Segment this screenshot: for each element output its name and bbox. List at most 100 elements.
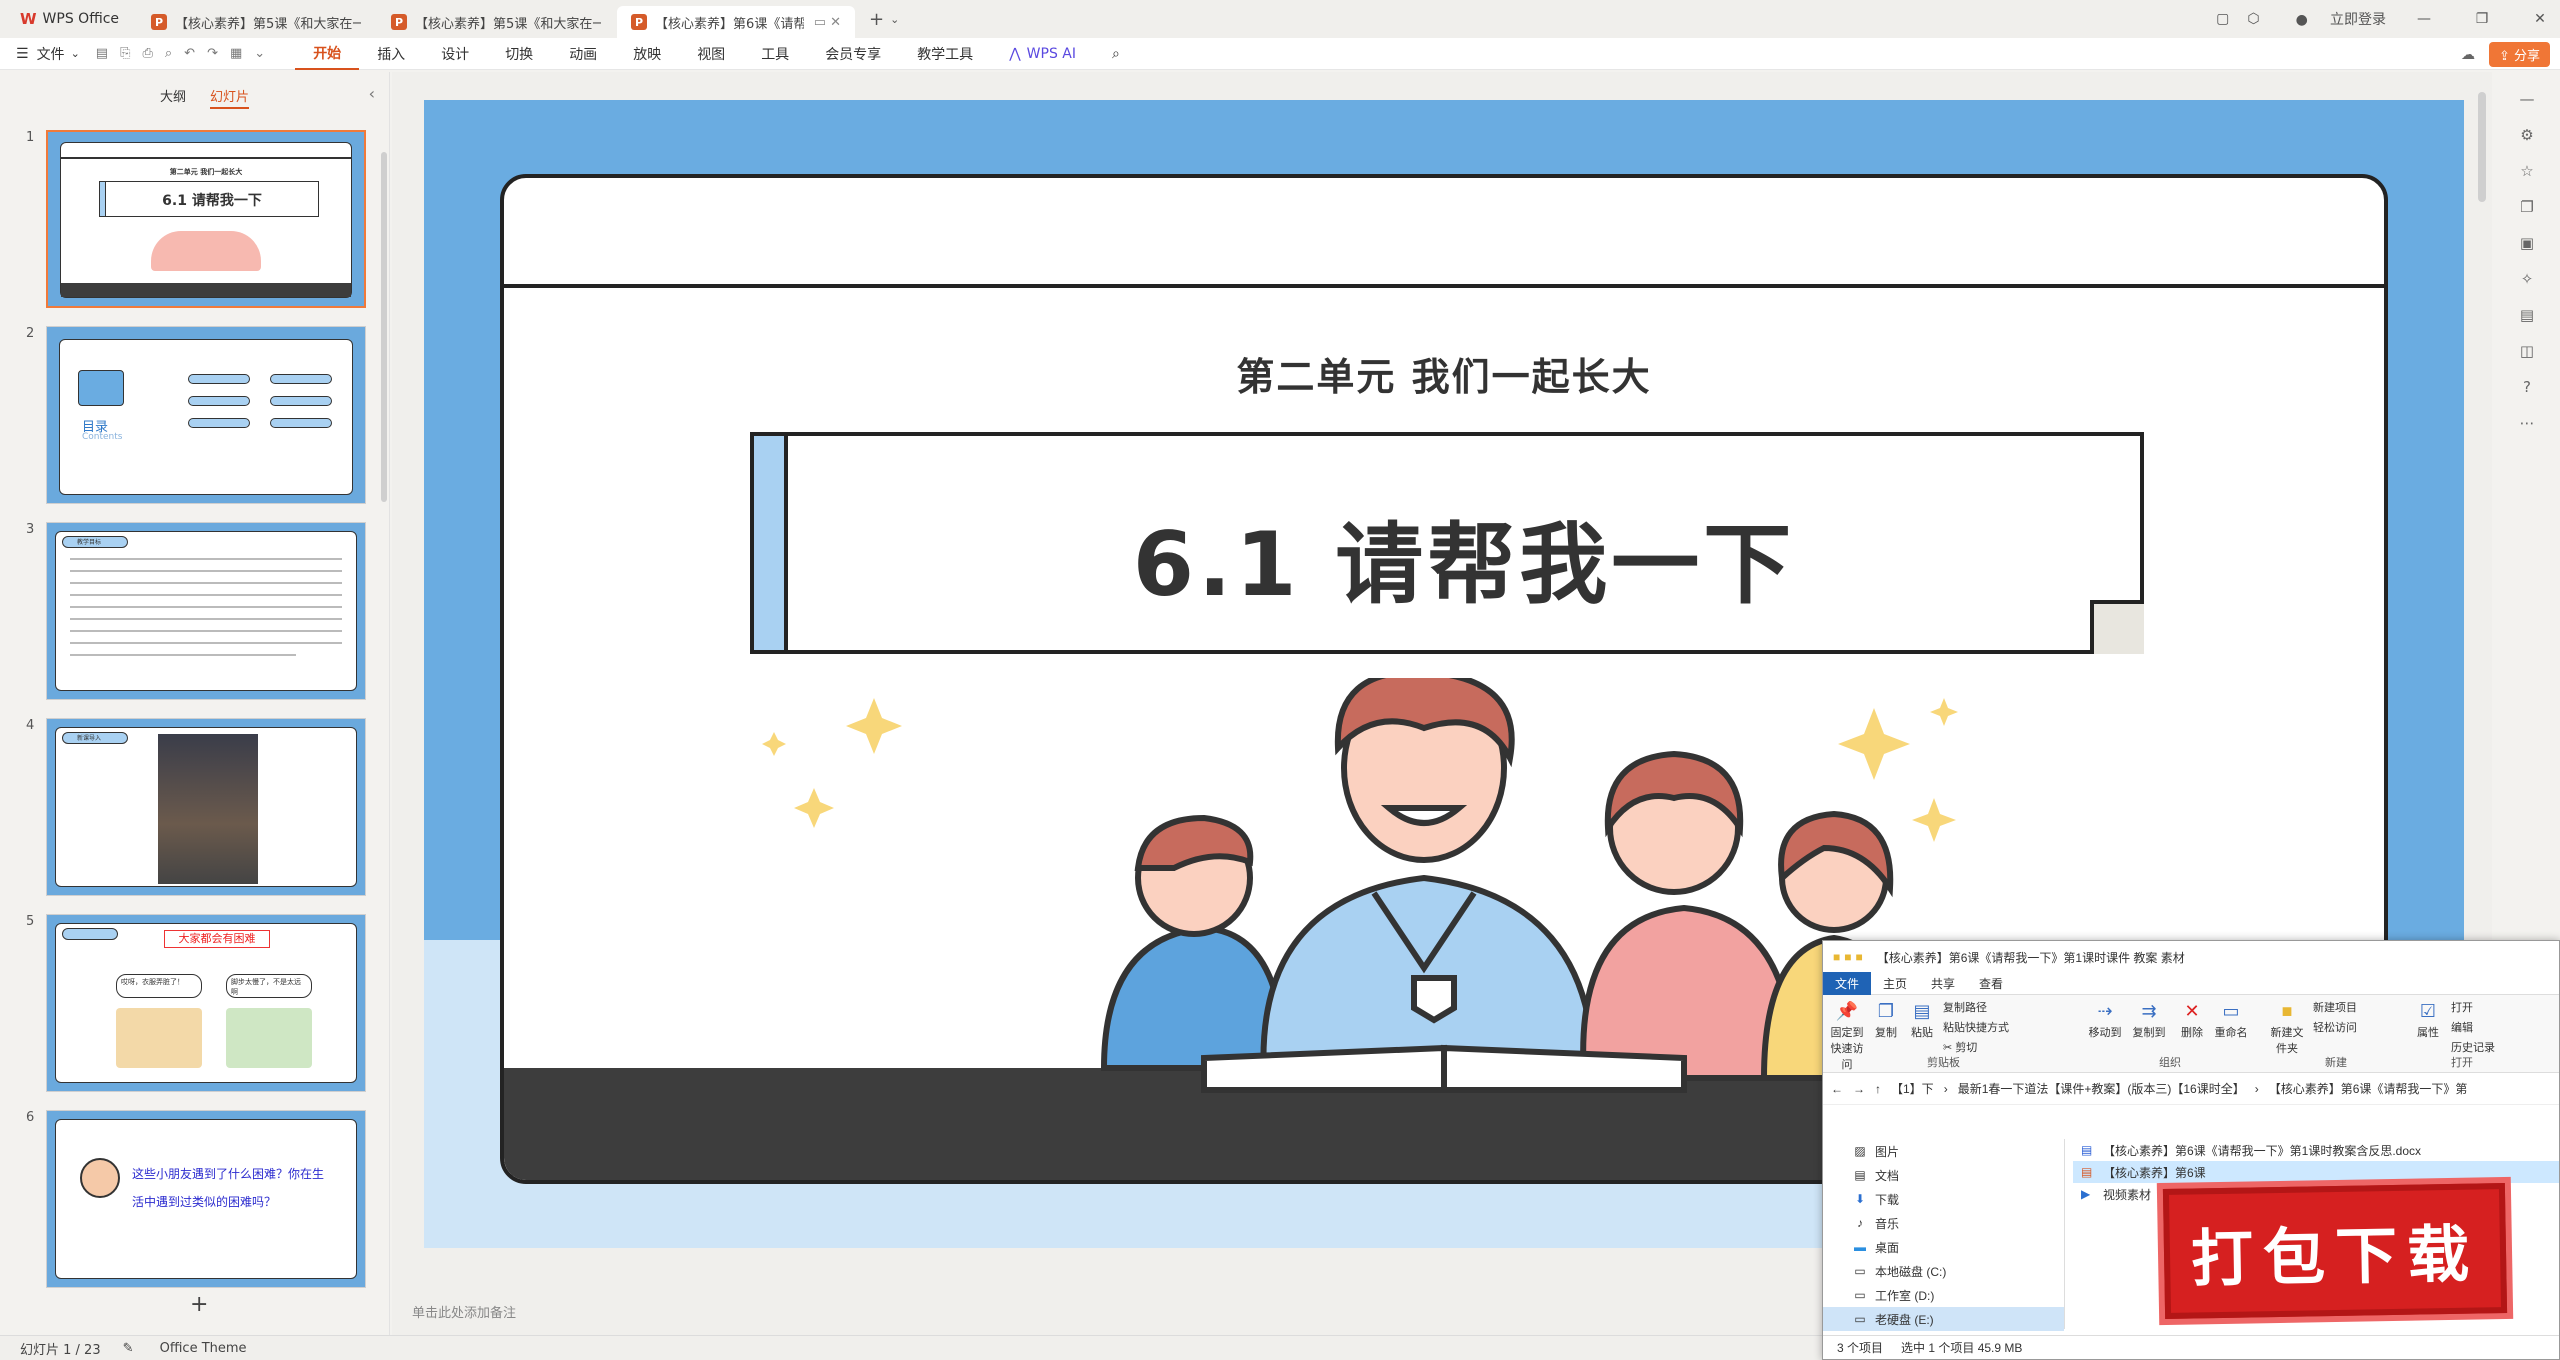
help-icon[interactable]: ?	[2494, 378, 2560, 396]
copy-icon[interactable]: ❐	[2494, 198, 2560, 216]
cut-button[interactable]: ✂ 剪切	[1943, 1039, 2003, 1055]
slide-thumbnail[interactable]: 大家都会有困难 哎呀，衣服弄脏了！ 脚步太慢了，不是太远啊	[46, 914, 366, 1092]
slide-unit-heading[interactable]: 第二单元 我们一起长大	[504, 346, 2384, 401]
breadcrumb-2[interactable]: 最新1春一下道法【课件+教案】(版本三)【16课时全】	[1958, 1080, 2245, 1097]
menu-design[interactable]: 设计	[423, 38, 487, 70]
forward-icon[interactable]: →	[1853, 1082, 1865, 1096]
template-icon[interactable]: ▤	[2494, 306, 2560, 324]
share-button[interactable]: ⇪ 分享	[2488, 42, 2550, 67]
undo-icon[interactable]: ↶	[184, 46, 195, 61]
more-icon[interactable]: ⌄	[254, 46, 265, 61]
breadcrumb-3[interactable]: 【核心素养】第6课《请帮我一下》第	[2269, 1080, 2468, 1097]
wps-home-tab[interactable]: W WPS Office	[0, 0, 137, 38]
print-icon[interactable]: ⎙	[142, 46, 152, 61]
menu-teaching-tools[interactable]: 教学工具	[899, 38, 991, 70]
add-slide-button[interactable]: +	[190, 1292, 208, 1317]
cube-icon[interactable]: ⬡	[2247, 11, 2259, 27]
nav-desktop[interactable]: ▬ 桌面	[1823, 1235, 2064, 1259]
menu-animation[interactable]: 动画	[551, 38, 615, 70]
back-icon[interactable]: ←	[1831, 1082, 1843, 1096]
login-link[interactable]: ● 立即登录	[2278, 9, 2386, 29]
address-bar[interactable]: ← → ↑ 【1】下 › 最新1春一下道法【课件+教案】(版本三)【16课时全】…	[1823, 1073, 2559, 1105]
layout-icon[interactable]: ▢	[2216, 11, 2229, 27]
tab-file[interactable]: 文件	[1823, 972, 1872, 995]
paste-button[interactable]: ▤ 粘贴	[1907, 1001, 1937, 1040]
doc-tab-3-active[interactable]: P 【核心素养】第6课《请帮我一下》 ▭ ✕	[617, 6, 856, 38]
nav-music[interactable]: ♪ 音乐	[1823, 1211, 2064, 1235]
paste-shortcut-button[interactable]: 粘贴快捷方式	[1943, 1019, 2043, 1035]
menu-home[interactable]: 开始	[295, 38, 360, 70]
layers-icon[interactable]: ◫	[2494, 342, 2560, 360]
file-row-docx[interactable]: ▤ 【核心素养】第6课《请帮我一下》第1课时教案含反思.docx	[2073, 1139, 2559, 1161]
search-icon[interactable]: ⌕	[1094, 38, 1138, 70]
slide-thumbnail[interactable]: 第二单元 我们一起长大 6.1 请帮我一下	[46, 130, 366, 308]
rename-button[interactable]: ▭ 重命名	[2211, 1001, 2251, 1040]
slide-title[interactable]: 6.1 请帮我一下	[788, 494, 2140, 621]
format-painter-icon[interactable]: ▦	[230, 46, 242, 61]
minimize-button[interactable]: —	[2404, 11, 2444, 27]
export-icon[interactable]: ⎘	[120, 46, 130, 61]
more-icon[interactable]: ⋯	[2494, 414, 2560, 432]
menu-wps-ai[interactable]: ⋀ WPS AI	[991, 38, 1094, 70]
nav-downloads[interactable]: ⬇ 下载	[1823, 1187, 2064, 1211]
open-button[interactable]: 打开	[2451, 999, 2521, 1015]
menu-slideshow[interactable]: 放映	[615, 38, 679, 70]
nav-documents[interactable]: ▤ 文档	[1823, 1163, 2064, 1187]
up-icon[interactable]: ↑	[1875, 1082, 1881, 1096]
doc-tab-1[interactable]: P 【核心素养】第5课《和大家在一起》	[137, 6, 375, 38]
menu-member[interactable]: 会员专享	[807, 38, 899, 70]
nav-drive-e[interactable]: ▭ 老硬盘 (E:)	[1823, 1307, 2064, 1331]
close-window-button[interactable]: ✕	[2520, 11, 2560, 27]
tab-outline[interactable]: 大纲	[160, 86, 186, 109]
properties-button[interactable]: ☑ 属性	[2413, 1001, 2443, 1040]
cloud-sync-icon[interactable]: ☁	[2461, 47, 2475, 63]
minimize-pane-icon[interactable]: —	[2494, 90, 2560, 108]
nav-drive-d[interactable]: ▭ 工作室 (D:)	[1823, 1283, 2064, 1307]
download-package-badge[interactable]: 打包下载	[2162, 1183, 2508, 1319]
editor-scrollbar[interactable]	[2478, 92, 2486, 202]
file-menu[interactable]: ☰ 文件 ⌄	[0, 44, 96, 64]
breadcrumb-1[interactable]: 【1】下	[1891, 1080, 1934, 1097]
file-row-pptx[interactable]: ▤ 【核心素养】第6课	[2073, 1161, 2559, 1183]
tab-slides[interactable]: 幻灯片	[210, 86, 250, 109]
edit-button[interactable]: 编辑	[2451, 1019, 2521, 1035]
doc-tab-2[interactable]: P 【核心素养】第5课《和大家在一起》	[377, 6, 615, 38]
move-to-button[interactable]: ⇢ 移动到	[2085, 1001, 2125, 1040]
tab-share[interactable]: 共享	[1919, 972, 1967, 995]
menu-view[interactable]: 视图	[679, 38, 743, 70]
menu-tools[interactable]: 工具	[743, 38, 807, 70]
star-icon[interactable]: ☆	[2494, 162, 2560, 180]
tab-home[interactable]: 主页	[1871, 972, 1919, 995]
slide-thumbnail[interactable]: 教学目标	[46, 522, 366, 700]
easy-access-button[interactable]: 轻松访问	[2313, 1019, 2393, 1035]
magic-icon[interactable]: ✧	[2494, 270, 2560, 288]
copy-button[interactable]: ❐ 复制	[1871, 1001, 1901, 1040]
slide-thumbnail[interactable]: 这些小朋友遇到了什么困难？你在生活中遇到过类似的困难吗？	[46, 1110, 366, 1288]
notes-placeholder[interactable]: 单击此处添加备注	[412, 1302, 516, 1321]
save-icon[interactable]: ▤	[96, 46, 108, 61]
theme-indicator[interactable]: ✎ Office Theme	[123, 1341, 269, 1356]
panel-scrollbar[interactable]	[381, 152, 387, 502]
preview-icon[interactable]: ⌕	[165, 46, 172, 61]
delete-button[interactable]: ✕ 删除	[2177, 1001, 2207, 1040]
menu-transition[interactable]: 切换	[487, 38, 551, 70]
restore-button[interactable]: ❐	[2462, 11, 2502, 27]
copy-to-button[interactable]: ⇉ 复制到	[2129, 1001, 2169, 1040]
tab-close-icon[interactable]: ▭ ✕	[814, 15, 841, 30]
tab-view[interactable]: 查看	[1967, 972, 2015, 995]
image-icon[interactable]: ▣	[2494, 234, 2560, 252]
slide-thumbnail[interactable]: 新课导入	[46, 718, 366, 896]
history-button[interactable]: 历史记录	[2451, 1039, 2521, 1055]
new-folder-button[interactable]: ■ 新建文件夹	[2267, 1001, 2307, 1056]
collapse-panel-icon[interactable]: ‹	[369, 84, 375, 103]
nav-drive-c[interactable]: ▭ 本地磁盘 (C:)	[1823, 1259, 2064, 1283]
new-tab-button[interactable]: + ⌄	[857, 0, 911, 38]
pin-quick-access-button[interactable]: 📌 固定到快速访问	[1829, 1001, 1865, 1072]
redo-icon[interactable]: ↷	[207, 46, 218, 61]
slide-thumbnail[interactable]: 目录 Contents	[46, 326, 366, 504]
nav-pictures[interactable]: ▨ 图片	[1823, 1139, 2064, 1163]
adjust-icon[interactable]: ⚙	[2494, 126, 2560, 144]
copy-path-button[interactable]: 复制路径	[1943, 999, 2033, 1015]
new-item-button[interactable]: 新建项目	[2313, 999, 2393, 1015]
menu-insert[interactable]: 插入	[359, 38, 423, 70]
